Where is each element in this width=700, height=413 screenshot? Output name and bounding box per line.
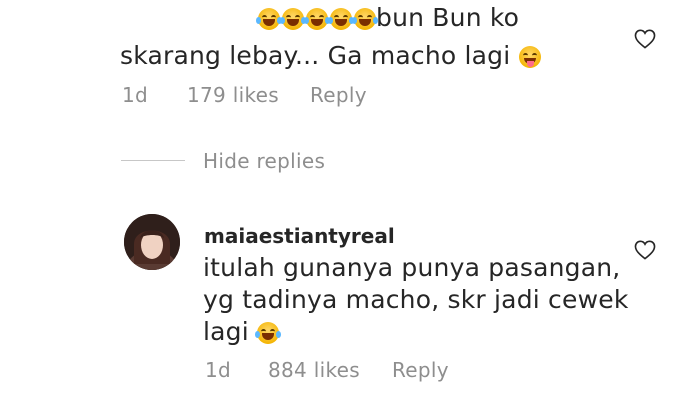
like-heart-icon[interactable] [634,240,656,260]
face-with-tears-of-joy-icon [280,8,306,30]
reply-username[interactable]: maiaestiantyreal [204,224,395,248]
face-with-tears-of-joy-icon [304,8,330,30]
face-with-tears-of-joy-icon [255,322,282,344]
hide-replies-button[interactable]: Hide replies [203,149,325,173]
first-comment-text-line2: skarang lebay... Ga macho lagi [120,41,511,70]
face-with-tongue-icon [518,46,541,68]
face-with-tears-of-joy-icon [352,8,378,30]
face-with-tears-of-joy-icon [256,8,282,30]
emoji-group [256,8,378,30]
reply-comment-age: 1d [205,358,232,382]
like-heart-icon[interactable] [634,29,656,49]
reply-comment-likes[interactable]: 884 likes [268,358,360,382]
first-comment-likes[interactable]: 179 likes [187,83,279,107]
reply-comment-line2: yg tadinya macho, skr jadi cewek [203,285,629,314]
first-comment-reply-button[interactable]: Reply [310,83,367,107]
reply-comment-text-line3: lagi [203,317,249,346]
reply-comment-reply-button[interactable]: Reply [392,358,449,382]
first-comment-text-line1: bun Bun ko [376,3,520,32]
first-comment-line1: bun Bun ko [256,0,520,36]
avatar-image [124,214,180,270]
avatar[interactable] [124,214,180,270]
first-comment-line2: skarang lebay... Ga macho lagi [120,38,541,74]
replies-divider-line [121,160,185,161]
reply-comment-line3: lagi [203,314,282,350]
reply-comment-line1: itulah gunanya punya pasangan, [203,253,621,282]
face-with-tears-of-joy-icon [328,8,354,30]
first-comment-age: 1d [122,83,149,107]
